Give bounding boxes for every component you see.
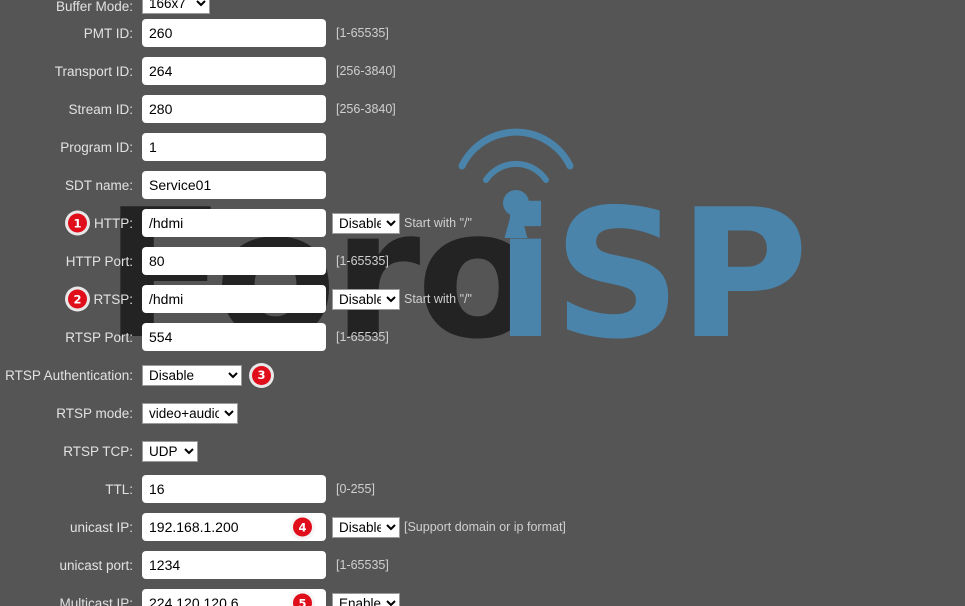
select-buffer-mode[interactable]: 166x7 xyxy=(142,0,210,14)
row-http: 1 HTTP: Disable Start with "/" xyxy=(0,204,965,242)
input-transport-id[interactable] xyxy=(142,57,326,85)
row-pmt-id: PMT ID: [1-65535] xyxy=(0,14,965,52)
input-http-path[interactable] xyxy=(142,209,326,237)
hint-rtsp: Start with "/" xyxy=(404,292,472,306)
label-ttl: TTL: xyxy=(105,481,133,497)
badge-3: 3 xyxy=(252,365,271,385)
label-stream-id: Stream ID: xyxy=(68,101,133,117)
row-rtsp-mode: RTSP mode: video+audio xyxy=(0,394,965,432)
hint-http: Start with "/" xyxy=(404,216,472,230)
row-sdt-name: SDT name: xyxy=(0,166,965,204)
row-rtsp-authentication: RTSP Authentication: Disable 3 xyxy=(0,356,965,394)
settings-form: Buffer Mode: 166x7 PMT ID: [1-65535] Tra… xyxy=(0,0,965,606)
row-program-id: Program ID: xyxy=(0,128,965,166)
label-unicast-port: unicast port: xyxy=(59,557,133,573)
select-http-enable[interactable]: Disable xyxy=(332,212,400,234)
hint-ttl: [0-255] xyxy=(336,482,375,496)
row-http-port: HTTP Port: [1-65535] xyxy=(0,242,965,280)
row-unicast-ip: unicast IP: 4 Disable [Support domain or… xyxy=(0,508,965,546)
badge-2: 2 xyxy=(68,289,87,309)
label-buffer-mode: Buffer Mode: xyxy=(55,0,133,14)
label-unicast-ip: unicast IP: xyxy=(69,519,133,535)
select-rtsp-enable[interactable]: Disable xyxy=(332,288,400,310)
badge-5: 5 xyxy=(293,593,312,606)
label-rtsp-authentication: RTSP Authentication: xyxy=(5,367,133,383)
badge-4: 4 xyxy=(293,517,312,537)
select-rtsp-authentication[interactable]: Disable xyxy=(142,364,242,386)
input-pmt-id[interactable] xyxy=(142,19,326,47)
input-ttl[interactable] xyxy=(142,475,326,503)
badge-1: 1 xyxy=(68,213,87,233)
row-buffer-mode: Buffer Mode: 166x7 xyxy=(0,0,965,14)
row-rtsp-tcp: RTSP TCP: UDP xyxy=(0,432,965,470)
hint-unicast-ip: [Support domain or ip format] xyxy=(404,520,566,534)
label-http-port: HTTP Port: xyxy=(65,253,133,269)
label-sdt-name: SDT name: xyxy=(64,177,133,193)
input-unicast-port[interactable] xyxy=(142,551,326,579)
input-rtsp-port[interactable] xyxy=(142,323,326,351)
input-program-id[interactable] xyxy=(142,133,326,161)
hint-unicast-port: [1-65535] xyxy=(336,558,389,572)
settings-page: Foro iSP Buffer Mode: 166x7 PMT ID: [1-6… xyxy=(0,0,965,606)
input-sdt-name[interactable] xyxy=(142,171,326,199)
input-rtsp-path[interactable] xyxy=(142,285,326,313)
row-transport-id: Transport ID: [256-3840] xyxy=(0,52,965,90)
row-stream-id: Stream ID: [256-3840] xyxy=(0,90,965,128)
row-unicast-port: unicast port: [1-65535] xyxy=(0,546,965,584)
input-http-port[interactable] xyxy=(142,247,326,275)
label-rtsp-tcp: RTSP TCP: xyxy=(63,443,133,459)
label-rtsp-mode: RTSP mode: xyxy=(56,405,133,421)
select-rtsp-tcp[interactable]: UDP xyxy=(142,440,198,462)
select-unicast-enable[interactable]: Disable xyxy=(332,516,400,538)
label-rtsp-port: RTSP Port: xyxy=(65,329,133,345)
label-pmt-id: PMT ID: xyxy=(83,25,133,41)
hint-pmt-id: [1-65535] xyxy=(336,26,389,40)
label-program-id: Program ID: xyxy=(60,139,133,155)
label-transport-id: Transport ID: xyxy=(54,63,133,79)
select-rtsp-mode[interactable]: video+audio xyxy=(142,402,238,424)
input-stream-id[interactable] xyxy=(142,95,326,123)
row-rtsp: 2 RTSP: Disable Start with "/" xyxy=(0,280,965,318)
hint-stream-id: [256-3840] xyxy=(336,102,396,116)
hint-rtsp-port: [1-65535] xyxy=(336,330,389,344)
row-rtsp-port: RTSP Port: [1-65535] xyxy=(0,318,965,356)
label-multicast-ip: Multicast IP: xyxy=(59,595,133,606)
row-ttl: TTL: [0-255] xyxy=(0,470,965,508)
hint-http-port: [1-65535] xyxy=(336,254,389,268)
hint-transport-id: [256-3840] xyxy=(336,64,396,78)
select-multicast-enable[interactable]: Enable xyxy=(332,592,400,606)
row-multicast-ip: Multicast IP: 5 Enable xyxy=(0,584,965,606)
